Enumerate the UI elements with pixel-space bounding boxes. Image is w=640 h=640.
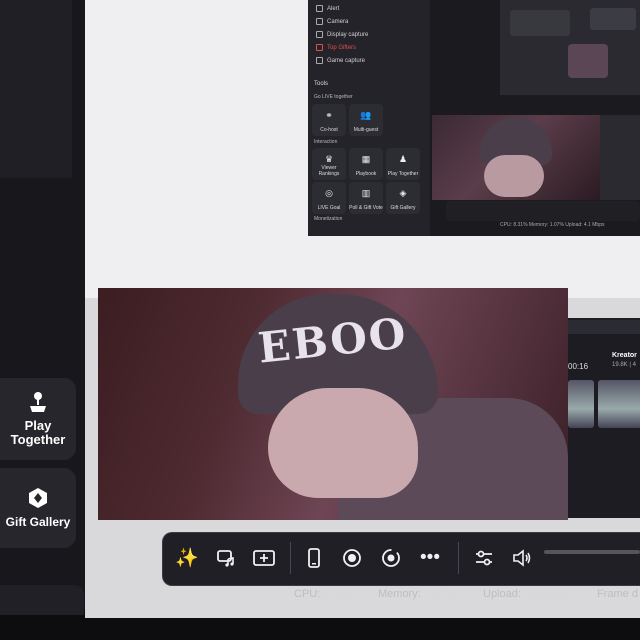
frame-stat: Frame d xyxy=(597,588,638,600)
layout-frame-icon[interactable] xyxy=(250,544,278,572)
book-icon: ▦ xyxy=(361,154,371,164)
inner-interaction-heading: Interaction xyxy=(314,139,338,145)
people-icon: 👥 xyxy=(360,110,372,120)
frame-label: Frame d xyxy=(597,588,638,600)
memory-stat: Memory: 1.07% xyxy=(378,588,455,600)
menu-bullet-icon xyxy=(316,5,323,12)
captured-app-top-area xyxy=(500,0,640,95)
toolbar-divider xyxy=(290,542,291,574)
joystick-icon: ♟ xyxy=(398,154,408,164)
right-panel-sub: 19.8K | 4 xyxy=(612,362,636,368)
play-together-label: Play Together xyxy=(10,418,66,447)
menu-bullet-icon xyxy=(316,31,323,38)
target-icon: ◎ xyxy=(325,188,333,198)
cpu-stat: CPU: 8.31% xyxy=(294,588,355,600)
inner-menu-label: Alert xyxy=(327,5,340,12)
inner-menu-item-highlight[interactable]: Top Gifters xyxy=(316,44,356,51)
inner-monetization-heading: Monetization xyxy=(314,216,343,222)
right-panel-thumb[interactable] xyxy=(616,380,640,428)
inner-menu-label: Game capture xyxy=(327,57,366,64)
more-icon[interactable]: ••• xyxy=(416,544,444,572)
inner-menu-item[interactable]: Game capture xyxy=(316,57,365,64)
memory-label: Memory: xyxy=(378,588,421,600)
upload-value: 4.1 Mbps xyxy=(523,588,570,600)
memory-value: 1.07% xyxy=(423,588,456,600)
right-panel-thumb[interactable] xyxy=(568,380,594,428)
tile-label: Gift Gallery xyxy=(390,205,416,211)
right-panel-tabbar xyxy=(568,320,640,334)
cpu-value: 8.31% xyxy=(323,588,355,600)
poll-icon: ▥ xyxy=(361,188,371,198)
tile-label: Co-host xyxy=(320,127,338,133)
inner-menu-label: Top Gifters xyxy=(327,44,357,51)
link-icon: ⚭ xyxy=(325,110,333,120)
inner-menu-item[interactable]: Alert xyxy=(316,5,339,12)
inner-playbook-tile[interactable]: ▦ Playbook xyxy=(349,148,383,180)
inner-face xyxy=(484,155,544,197)
audio-visual-icon[interactable] xyxy=(212,544,240,572)
captured-side-panel xyxy=(600,115,640,200)
captured-app-widget-2 xyxy=(590,8,636,30)
volume-svg xyxy=(513,549,531,567)
inner-tools-heading: Tools xyxy=(314,81,329,87)
video-face xyxy=(268,388,418,498)
tile-label: Play Together xyxy=(387,171,419,177)
record-svg xyxy=(343,549,361,567)
tile-label: Multi-guest xyxy=(353,127,379,133)
inner-multiguest-tile[interactable]: 👥 Multi-guest xyxy=(349,104,383,136)
gift-gem-icon xyxy=(29,488,47,508)
tile-label: Viewer Rankings xyxy=(318,165,340,177)
upload-label: Upload: xyxy=(483,588,521,600)
phone-icon[interactable] xyxy=(300,544,328,572)
camera-rotate-icon[interactable] xyxy=(377,544,405,572)
upload-stat: Upload: 4.1 Mbps xyxy=(483,588,569,600)
inner-menu-label: Camera xyxy=(327,18,349,25)
video-preview: EBOO xyxy=(98,288,568,520)
captured-toolbar xyxy=(446,201,640,221)
volume-icon[interactable] xyxy=(508,544,536,572)
sliders-svg xyxy=(476,550,492,566)
settings-sliders-icon[interactable] xyxy=(470,544,498,572)
gift-gem-icon: ◈ xyxy=(399,188,407,198)
inner-menu-item[interactable]: Display capture xyxy=(316,31,368,38)
menu-bullet-icon xyxy=(316,44,323,51)
inner-menu-label: Display capture xyxy=(327,31,369,38)
right-panel-name: Kreator xyxy=(612,352,637,359)
captured-status-text: CPU: 8.31% Memory: 1.07% Upload: 4.1 Mbp… xyxy=(500,222,605,228)
inner-play-together-tile[interactable]: ♟ Play Together xyxy=(386,148,420,180)
play-together-button[interactable]: Play Together xyxy=(0,378,76,460)
left-sidebar: Play Together Gift Gallery xyxy=(0,0,90,615)
inner-poll-tile[interactable]: ▥ Poll & Gift Vote xyxy=(349,182,383,214)
sidebar-top-strip xyxy=(0,0,72,178)
inner-gift-gallery-tile[interactable]: ◈ Gift Gallery xyxy=(386,182,420,214)
captured-video-preview xyxy=(432,115,600,200)
toolbar-divider xyxy=(458,542,459,574)
captured-app-thumb xyxy=(568,44,608,78)
inner-live-goal-tile[interactable]: ◎ LIVE Goal xyxy=(312,182,346,214)
record-icon[interactable] xyxy=(338,544,366,572)
inner-viewer-rankings-tile[interactable]: ♛ Viewer Rankings xyxy=(312,148,346,180)
inner-menu-item[interactable]: Camera xyxy=(316,18,348,25)
inner-cohost-tile[interactable]: ⚭ Co-host xyxy=(312,104,346,136)
volume-slider[interactable] xyxy=(544,550,640,554)
sidebar-bottom-panel xyxy=(0,585,84,615)
tile-label: Playbook xyxy=(355,171,377,177)
joystick-icon xyxy=(30,392,46,412)
menu-bullet-icon xyxy=(316,57,323,64)
inner-live-together: Go LIVE together xyxy=(314,94,353,100)
gift-gallery-label: Gift Gallery xyxy=(5,515,71,529)
tile-label: Poll & Gift Vote xyxy=(349,205,383,211)
magic-wand-icon[interactable]: ✨ xyxy=(173,544,201,572)
tile-label: LIVE Goal xyxy=(317,205,341,211)
captured-app-widget xyxy=(510,10,570,36)
layout-frame-svg xyxy=(253,550,275,566)
gift-gallery-button[interactable]: Gift Gallery xyxy=(0,468,76,548)
cpu-label: CPU: xyxy=(294,588,321,600)
menu-bullet-icon xyxy=(316,18,323,25)
camera-rotate-svg xyxy=(382,549,400,567)
ranking-icon: ♛ xyxy=(324,154,334,164)
audio-visual-svg xyxy=(217,550,234,567)
right-panel-time: 00:16 xyxy=(568,362,589,371)
phone-svg xyxy=(308,548,320,568)
